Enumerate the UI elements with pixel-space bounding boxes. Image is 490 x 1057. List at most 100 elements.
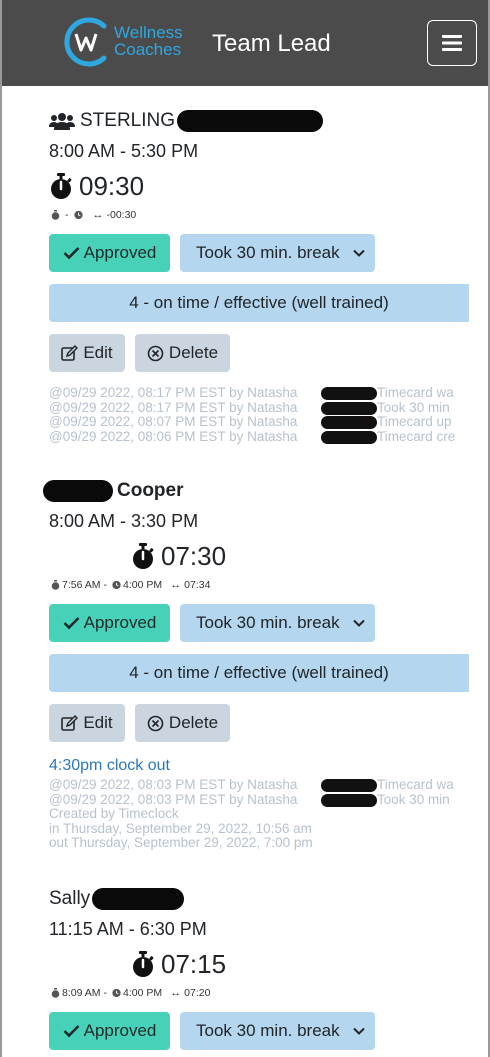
duration-diff: 07:34 <box>184 579 211 591</box>
log-line: @09/29 2022, 08:17 PM EST by Natasha Time… <box>49 386 454 400</box>
duration-diff: -00:30 <box>106 209 137 221</box>
timecard-entry: Sally 11:15 AM - 6:30 PM 07:15 8:09 AM - <box>49 886 488 1050</box>
app-frame: Wellness Coaches Team Lead STERLING 8:00… <box>0 0 490 1057</box>
page-title: Team Lead <box>212 30 331 57</box>
redacted-surname <box>92 888 185 910</box>
edit-icon <box>61 344 79 361</box>
edit-label: Edit <box>83 343 113 362</box>
stopwatch-small-icon <box>51 580 60 590</box>
delete-button[interactable]: Delete <box>135 704 230 742</box>
check-icon <box>63 617 80 630</box>
break-select[interactable]: Took 30 min. break <box>180 234 375 272</box>
worked-duration: 09:30 <box>49 170 488 202</box>
timecard-entry: STERLING 8:00 AM - 5:30 PM 09:30 - ↔ -00… <box>49 108 488 444</box>
redacted-name <box>321 430 377 444</box>
worked-duration: 07:15 <box>49 948 488 980</box>
clock-in-time: 7:56 AM <box>62 579 101 591</box>
activity-log: @09/29 2022, 08:03 PM EST by Natasha Time… <box>49 778 459 851</box>
redacted-first-name <box>43 480 113 502</box>
chevron-down-icon <box>353 619 365 627</box>
clock-icon <box>112 988 121 998</box>
log-line: out Thursday, September 29, 2022, 7:00 p… <box>49 835 313 850</box>
delete-label: Delete <box>168 713 219 732</box>
redacted-name <box>321 387 377 400</box>
clock-meta: 7:56 AM - 4:00 PM ↔ 07:34 <box>49 578 488 592</box>
approved-label: Approved <box>83 243 157 262</box>
stopwatch-small-icon <box>51 210 60 220</box>
clock-icon <box>112 580 121 590</box>
break-select[interactable]: Took 30 min. break <box>180 604 375 642</box>
logo-line-2: Coaches <box>114 40 182 59</box>
rating-value: 4 - on time / effective (well trained) <box>129 663 389 682</box>
log-line: Created by Timeclock <box>49 806 179 821</box>
duration-value: 07:15 <box>161 948 227 979</box>
status-row: Approved Took 30 min. break <box>49 604 488 642</box>
employee-name: Sally <box>49 888 91 909</box>
rating-select[interactable]: 4 - on time / effective (well trained) <box>49 284 469 322</box>
break-select-value: Took 30 min. break <box>196 1021 340 1040</box>
chevron-down-icon <box>353 1027 365 1035</box>
employee-name: STERLING <box>80 110 176 131</box>
approved-button[interactable]: Approved <box>49 234 170 272</box>
employee-name-row: Sally <box>49 886 488 912</box>
rating-select[interactable]: 4 - on time / effective (well trained) <box>49 654 469 692</box>
log-tail: Timecard wa <box>377 386 454 400</box>
redacted-name <box>321 793 377 807</box>
clock-icon <box>73 210 83 220</box>
log-line: in Thursday, September 29, 2022, 10:56 a… <box>49 820 312 836</box>
shift-time: 8:00 AM - 5:30 PM <box>49 141 199 161</box>
duration-value: 09:30 <box>79 170 145 201</box>
clock-out-time: 4:00 PM <box>123 987 163 999</box>
clock-in-time: 8:09 AM <box>62 987 101 999</box>
activity-log: @09/29 2022, 08:17 PM EST by Natasha Time… <box>49 386 459 444</box>
approved-label: Approved <box>83 613 157 632</box>
break-select-value: Took 30 min. break <box>196 243 340 262</box>
check-icon <box>63 1025 80 1038</box>
approved-button[interactable]: Approved <box>49 1012 170 1050</box>
close-circle-icon <box>147 715 164 731</box>
approved-label: Approved <box>83 1021 157 1040</box>
clock-out-time: 4:00 PM <box>123 579 163 591</box>
redacted-name <box>321 401 377 415</box>
clock-meta: 8:09 AM - 4:00 PM ↔ 07:20 <box>49 986 488 1000</box>
redacted-name <box>321 416 377 429</box>
action-row: Edit Delete <box>49 334 488 372</box>
worked-duration: 07:30 <box>49 540 488 572</box>
edit-button[interactable]: Edit <box>49 334 125 372</box>
top-navbar: Wellness Coaches Team Lead <box>2 0 488 86</box>
timecard-note-link[interactable]: 4:30pm clock out <box>49 756 488 776</box>
log-tail: Timecard up <box>377 414 452 429</box>
rating-value: 4 - on time / effective (well trained) <box>129 293 389 312</box>
brand-logo[interactable]: Wellness Coaches <box>62 16 202 68</box>
edit-button[interactable]: Edit <box>49 704 125 742</box>
duration-diff-icon: ↔ <box>92 209 104 221</box>
log-line: @09/29 2022, 08:17 PM EST by Natasha Took… <box>49 399 450 415</box>
stopwatch-icon <box>133 950 154 977</box>
timecard-list[interactable]: STERLING 8:00 AM - 5:30 PM 09:30 - ↔ -00… <box>2 86 488 1057</box>
status-row: Approved Took 30 min. break <box>49 1012 488 1050</box>
meta-separator: - <box>103 579 108 591</box>
duration-diff-icon: ↔ <box>170 579 182 591</box>
redacted-name <box>321 779 377 792</box>
shift-time: 8:00 AM - 3:30 PM <box>49 511 199 531</box>
approved-button[interactable]: Approved <box>49 604 170 642</box>
check-icon <box>63 247 80 260</box>
action-row: Edit Delete <box>49 704 488 742</box>
stopwatch-icon <box>51 172 72 199</box>
employee-name: Cooper <box>117 480 184 501</box>
hamburger-icon <box>442 35 462 51</box>
log-line: @09/29 2022, 08:03 PM EST by Natasha Took… <box>49 791 450 807</box>
break-select-value: Took 30 min. break <box>196 613 340 632</box>
delete-button[interactable]: Delete <box>135 334 230 372</box>
close-circle-icon <box>147 345 164 361</box>
duration-diff: 07:20 <box>184 987 211 999</box>
log-tail: Timecard cre <box>377 428 456 444</box>
status-row: Approved Took 30 min. break <box>49 234 488 272</box>
break-select[interactable]: Took 30 min. break <box>180 1012 375 1050</box>
log-tail: Took 30 min <box>377 399 450 415</box>
menu-toggle-button[interactable] <box>427 20 477 66</box>
meta-separator: - <box>103 987 108 999</box>
log-line: @09/29 2022, 08:06 PM EST by Natasha Time… <box>49 428 456 444</box>
redacted-surname <box>177 110 324 132</box>
edit-icon <box>61 714 79 731</box>
